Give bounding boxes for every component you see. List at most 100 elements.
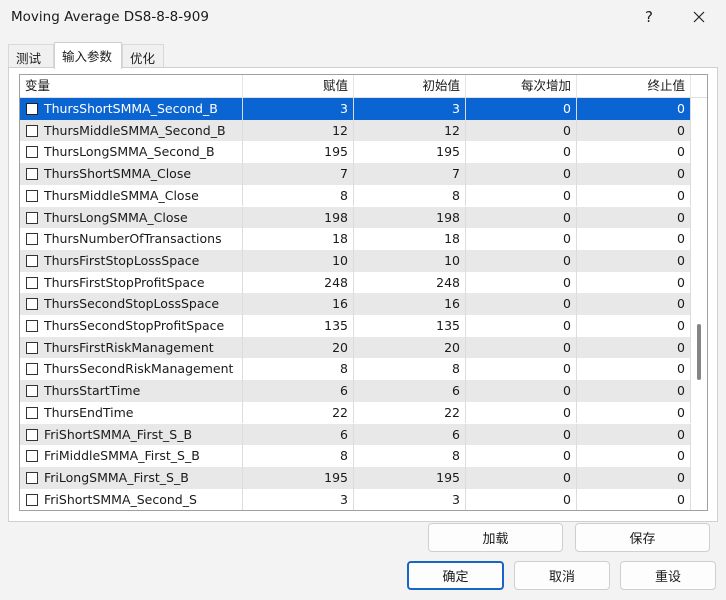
cell-value[interactable]: 3 [243,488,354,510]
cell-start[interactable]: 6 [354,380,466,402]
cell-start[interactable]: 3 [354,488,466,510]
table-row[interactable]: ThursLongSMMA_Second_B 195 195 0 0 [20,141,691,164]
cell-stop[interactable]: 0 [577,119,691,142]
cell-value[interactable]: 22 [243,401,354,424]
cell-start[interactable]: 195 [354,141,466,164]
cell-stop[interactable]: 0 [577,466,691,489]
cell-step[interactable]: 0 [466,228,577,250]
cell-start[interactable]: 8 [354,358,466,381]
optimize-checkbox[interactable] [26,341,38,354]
optimize-checkbox[interactable] [26,493,38,506]
cell-start[interactable]: 248 [354,271,466,294]
cancel-button[interactable]: 取消 [514,561,610,590]
vertical-scrollbar[interactable] [691,98,707,510]
cell-value[interactable]: 6 [243,380,354,402]
optimize-checkbox[interactable] [26,320,38,332]
help-button[interactable]: ? [626,0,672,34]
table-row[interactable]: ThursLongSMMA_Close 198 198 0 0 [20,206,691,229]
cell-stop[interactable]: 0 [577,141,691,164]
cell-value[interactable]: 8 [243,184,354,207]
cell-stop[interactable]: 0 [577,228,691,250]
save-button[interactable]: 保存 [575,523,710,552]
cell-start[interactable]: 198 [354,206,466,229]
cell-stop[interactable]: 0 [577,401,691,424]
cell-start[interactable]: 8 [354,445,466,467]
cell-step[interactable]: 0 [466,488,577,510]
optimize-checkbox[interactable] [26,298,38,311]
table-row[interactable]: ThursMiddleSMMA_Close 8 8 0 0 [20,184,691,207]
cell-step[interactable]: 0 [466,423,577,446]
table-row[interactable]: ThursShortSMMA_Second_B 3 3 0 0 [20,98,691,120]
tab-inputs[interactable]: 输入参数 [54,42,122,69]
cell-value[interactable]: 135 [243,315,354,337]
cell-stop[interactable]: 0 [577,423,691,446]
cell-value[interactable]: 8 [243,445,354,467]
cell-stop[interactable]: 0 [577,488,691,510]
cell-stop[interactable]: 0 [577,293,691,315]
cell-step[interactable]: 0 [466,184,577,207]
cell-start[interactable]: 12 [354,119,466,142]
table-row[interactable]: ThursStartTime 6 6 0 0 [20,380,691,402]
table-row[interactable]: ThursShortSMMA_Close 7 7 0 0 [20,163,691,185]
ok-button[interactable]: 确定 [407,561,504,590]
tab-test[interactable]: 测试 [8,44,54,68]
optimize-checkbox[interactable] [26,254,38,267]
cell-value[interactable]: 248 [243,271,354,294]
cell-start[interactable]: 6 [354,423,466,446]
optimize-checkbox[interactable] [26,363,38,376]
cell-start[interactable]: 20 [354,336,466,359]
optimize-checkbox[interactable] [26,168,38,181]
column-header-step[interactable]: 每次增加 [466,75,577,97]
cell-step[interactable]: 0 [466,401,577,424]
optimize-checkbox[interactable] [26,103,38,115]
table-row[interactable]: FriShortSMMA_First_S_B 6 6 0 0 [20,423,691,446]
column-header-start[interactable]: 初始值 [354,75,466,97]
cell-stop[interactable]: 0 [577,336,691,359]
cell-start[interactable]: 16 [354,293,466,315]
optimize-checkbox[interactable] [26,385,38,398]
table-row[interactable]: FriLongSMMA_First_S_B 195 195 0 0 [20,466,691,489]
cell-step[interactable]: 0 [466,98,577,120]
cell-step[interactable]: 0 [466,336,577,359]
cell-start[interactable]: 22 [354,401,466,424]
optimize-checkbox[interactable] [26,471,38,484]
cell-start[interactable]: 7 [354,163,466,185]
cell-value[interactable]: 8 [243,358,354,381]
optimize-checkbox[interactable] [26,189,38,202]
table-row[interactable]: ThursFirstStopProfitSpace 248 248 0 0 [20,271,691,294]
table-row[interactable]: ThursFirstRiskManagement 20 20 0 0 [20,336,691,359]
cell-start[interactable]: 8 [354,184,466,207]
cell-value[interactable]: 6 [243,423,354,446]
cell-stop[interactable]: 0 [577,163,691,185]
cell-start[interactable]: 135 [354,315,466,337]
optimize-checkbox[interactable] [26,146,38,159]
cell-start[interactable]: 18 [354,228,466,250]
cell-step[interactable]: 0 [466,358,577,381]
table-row[interactable]: ThursSecondStopLossSpace 16 16 0 0 [20,293,691,315]
cell-value[interactable]: 195 [243,141,354,164]
cell-value[interactable]: 20 [243,336,354,359]
scrollbar-thumb[interactable] [697,324,701,380]
cell-step[interactable]: 0 [466,249,577,272]
cell-value[interactable]: 16 [243,293,354,315]
cell-step[interactable]: 0 [466,380,577,402]
table-row[interactable]: ThursFirstStopLossSpace 10 10 0 0 [20,249,691,272]
cell-stop[interactable]: 0 [577,445,691,467]
cell-step[interactable]: 0 [466,119,577,142]
cell-start[interactable]: 3 [354,98,466,120]
cell-stop[interactable]: 0 [577,315,691,337]
cell-stop[interactable]: 0 [577,271,691,294]
cell-stop[interactable]: 0 [577,358,691,381]
cell-value[interactable]: 195 [243,466,354,489]
load-button[interactable]: 加载 [428,523,563,552]
optimize-checkbox[interactable] [26,233,38,246]
cell-step[interactable]: 0 [466,315,577,337]
table-row[interactable]: ThursNumberOfTransactions 18 18 0 0 [20,228,691,250]
column-header-value[interactable]: 赋值 [243,75,354,97]
close-button[interactable] [676,0,722,34]
table-row[interactable]: FriShortSMMA_Second_S 3 3 0 0 [20,488,691,510]
cell-stop[interactable]: 0 [577,380,691,402]
optimize-checkbox[interactable] [26,276,38,289]
table-row[interactable]: ThursMiddleSMMA_Second_B 12 12 0 0 [20,119,691,142]
cell-start[interactable]: 195 [354,466,466,489]
